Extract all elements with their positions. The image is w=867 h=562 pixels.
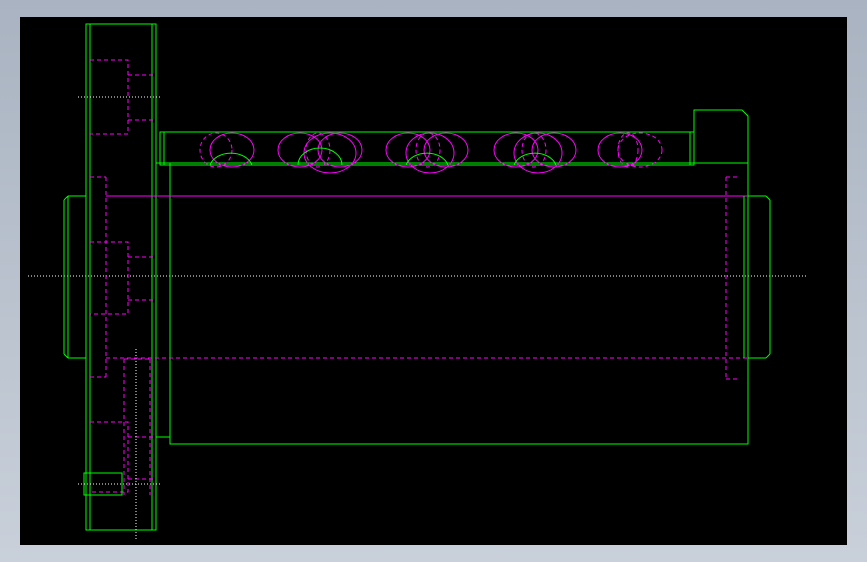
nut-body	[106, 162, 749, 445]
return-tube-outline	[159, 131, 695, 166]
flange-outline	[85, 23, 157, 531]
drawing-edge	[63, 195, 69, 201]
ball-circuits	[199, 132, 663, 174]
left-boss	[63, 195, 86, 359]
drawing-viewport[interactable]	[20, 17, 847, 545]
drawing-canvas[interactable]	[20, 17, 847, 545]
flange	[78, 23, 160, 541]
ball	[277, 132, 323, 168]
drawing-edge	[415, 132, 441, 168]
drawing-edge	[765, 195, 771, 201]
return-block	[693, 109, 749, 165]
flange-hole-middle	[90, 241, 129, 315]
drawing-edge	[765, 353, 771, 359]
drawing-edge	[63, 353, 69, 359]
drawing-edge	[521, 132, 547, 168]
cad-window	[0, 0, 867, 562]
body-outline	[169, 162, 749, 445]
drawing-edge	[617, 132, 663, 168]
